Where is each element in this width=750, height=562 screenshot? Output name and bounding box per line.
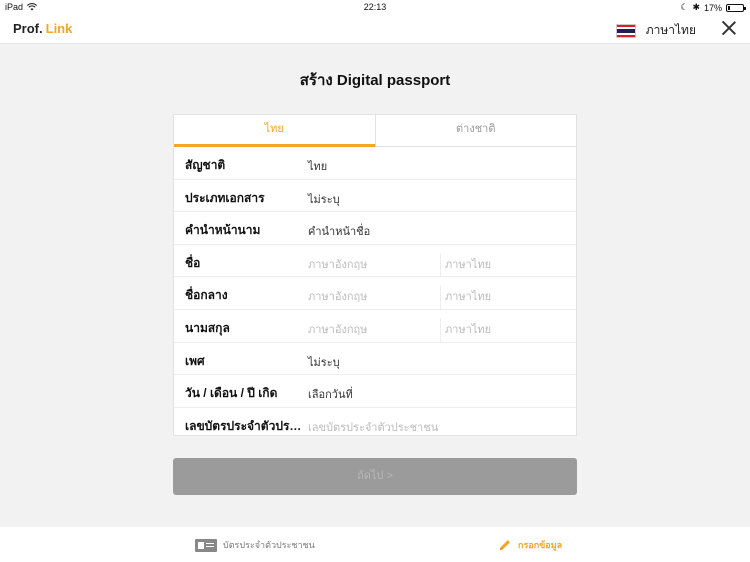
page-title: สร้าง Digital passport (299, 72, 451, 89)
field-label: ชื่อ (185, 255, 201, 270)
language-selector[interactable]: ภาษาไทย (615, 21, 696, 40)
document-type-value: ไม่ระบุ (308, 193, 340, 206)
row-title-prefix[interactable]: คำนำหน้านาม คำนำหน้าชื่อ (174, 212, 576, 245)
row-first-name: ชื่อ ภาษาอังกฤษ ภาษาไทย (174, 245, 576, 278)
id-card-icon (195, 538, 217, 552)
next-button[interactable]: ถัดไป > (173, 458, 577, 495)
row-middle-name: ชื่อกลาง ภาษาอังกฤษ ภาษาไทย (174, 277, 576, 310)
field-label: ชื่อกลาง (185, 288, 228, 303)
passport-form: ไทย ต่างชาติ สัญชาติ ไทย ประเภทเอกสาร ไม… (173, 114, 577, 436)
field-label: ประเภทเอกสาร (185, 190, 265, 205)
row-nationality[interactable]: สัญชาติ ไทย (174, 147, 576, 180)
tab-id-card-label: บัตรประจำตัวประชาชน (223, 540, 315, 550)
nationality-tabs: ไทย ต่างชาติ (174, 115, 576, 147)
battery-icon (726, 3, 746, 12)
row-last-name: นามสกุล ภาษาอังกฤษ ภาษาไทย (174, 310, 576, 343)
title-prefix-value: คำนำหน้าชื่อ (308, 226, 371, 239)
bottom-bar: บัตรประจำตัวประชาชน กรอกข้อมูล (0, 527, 750, 562)
field-label: สัญชาติ (185, 158, 226, 172)
last-name-th-input[interactable]: ภาษาไทย (445, 320, 491, 338)
field-label: เพศ (185, 353, 205, 368)
row-id-number: เลขบัตรประจำตัวประชาชน เลขบัตรประจำตัวปร… (174, 408, 576, 441)
moon-icon: ☾ (680, 2, 689, 12)
middle-name-th-input[interactable]: ภาษาไทย (445, 287, 491, 305)
close-icon[interactable] (720, 19, 738, 37)
row-gender[interactable]: เพศ ไม่ระบุ (174, 343, 576, 376)
middle-name-en-input[interactable]: ภาษาอังกฤษ (308, 287, 367, 305)
brand-logo: Prof. Link (13, 21, 73, 36)
birth-date-value: เลือกวันที่ (308, 389, 353, 402)
bluetooth-icon: ✱ (692, 2, 700, 12)
app-header: Prof. Link ภาษาไทย (0, 14, 750, 44)
field-label: นามสกุล (185, 320, 230, 335)
first-name-th-input[interactable]: ภาษาไทย (445, 255, 491, 273)
battery-percent: 17% (703, 2, 722, 13)
tab-fill-info[interactable]: กรอกข้อมูล (498, 538, 562, 552)
gender-value: ไม่ระบุ (308, 356, 340, 369)
tab-fill-info-label: กรอกข้อมูล (518, 540, 563, 550)
row-birth-date[interactable]: วัน / เดือน / ปี เกิด เลือกวันที่ (174, 375, 576, 408)
status-bar: iPad 22:13 ☾ ✱ 17% (0, 0, 750, 14)
field-label: วัน / เดือน / ปี เกิด (185, 386, 278, 401)
pencil-icon (500, 540, 510, 550)
tab-thai[interactable]: ไทย (174, 115, 375, 147)
thai-flag-icon (615, 23, 636, 38)
row-document-type[interactable]: ประเภทเอกสาร ไม่ระบุ (174, 180, 576, 213)
nationality-value: ไทย (308, 161, 328, 173)
status-time: 22:13 (363, 2, 387, 12)
last-name-en-input[interactable]: ภาษาอังกฤษ (308, 320, 367, 338)
first-name-en-input[interactable]: ภาษาอังกฤษ (308, 255, 367, 273)
field-label: คำนำหน้านาม (185, 223, 261, 238)
language-label: ภาษาไทย (645, 23, 696, 37)
field-label: เลขบัตรประจำตัวประชาชน (185, 418, 305, 433)
tab-id-card[interactable]: บัตรประจำตัวประชาชน (195, 538, 315, 552)
id-number-input[interactable]: เลขบัตรประจำตัวประชาชน (308, 418, 438, 436)
tab-foreign[interactable]: ต่างชาติ (374, 115, 577, 146)
